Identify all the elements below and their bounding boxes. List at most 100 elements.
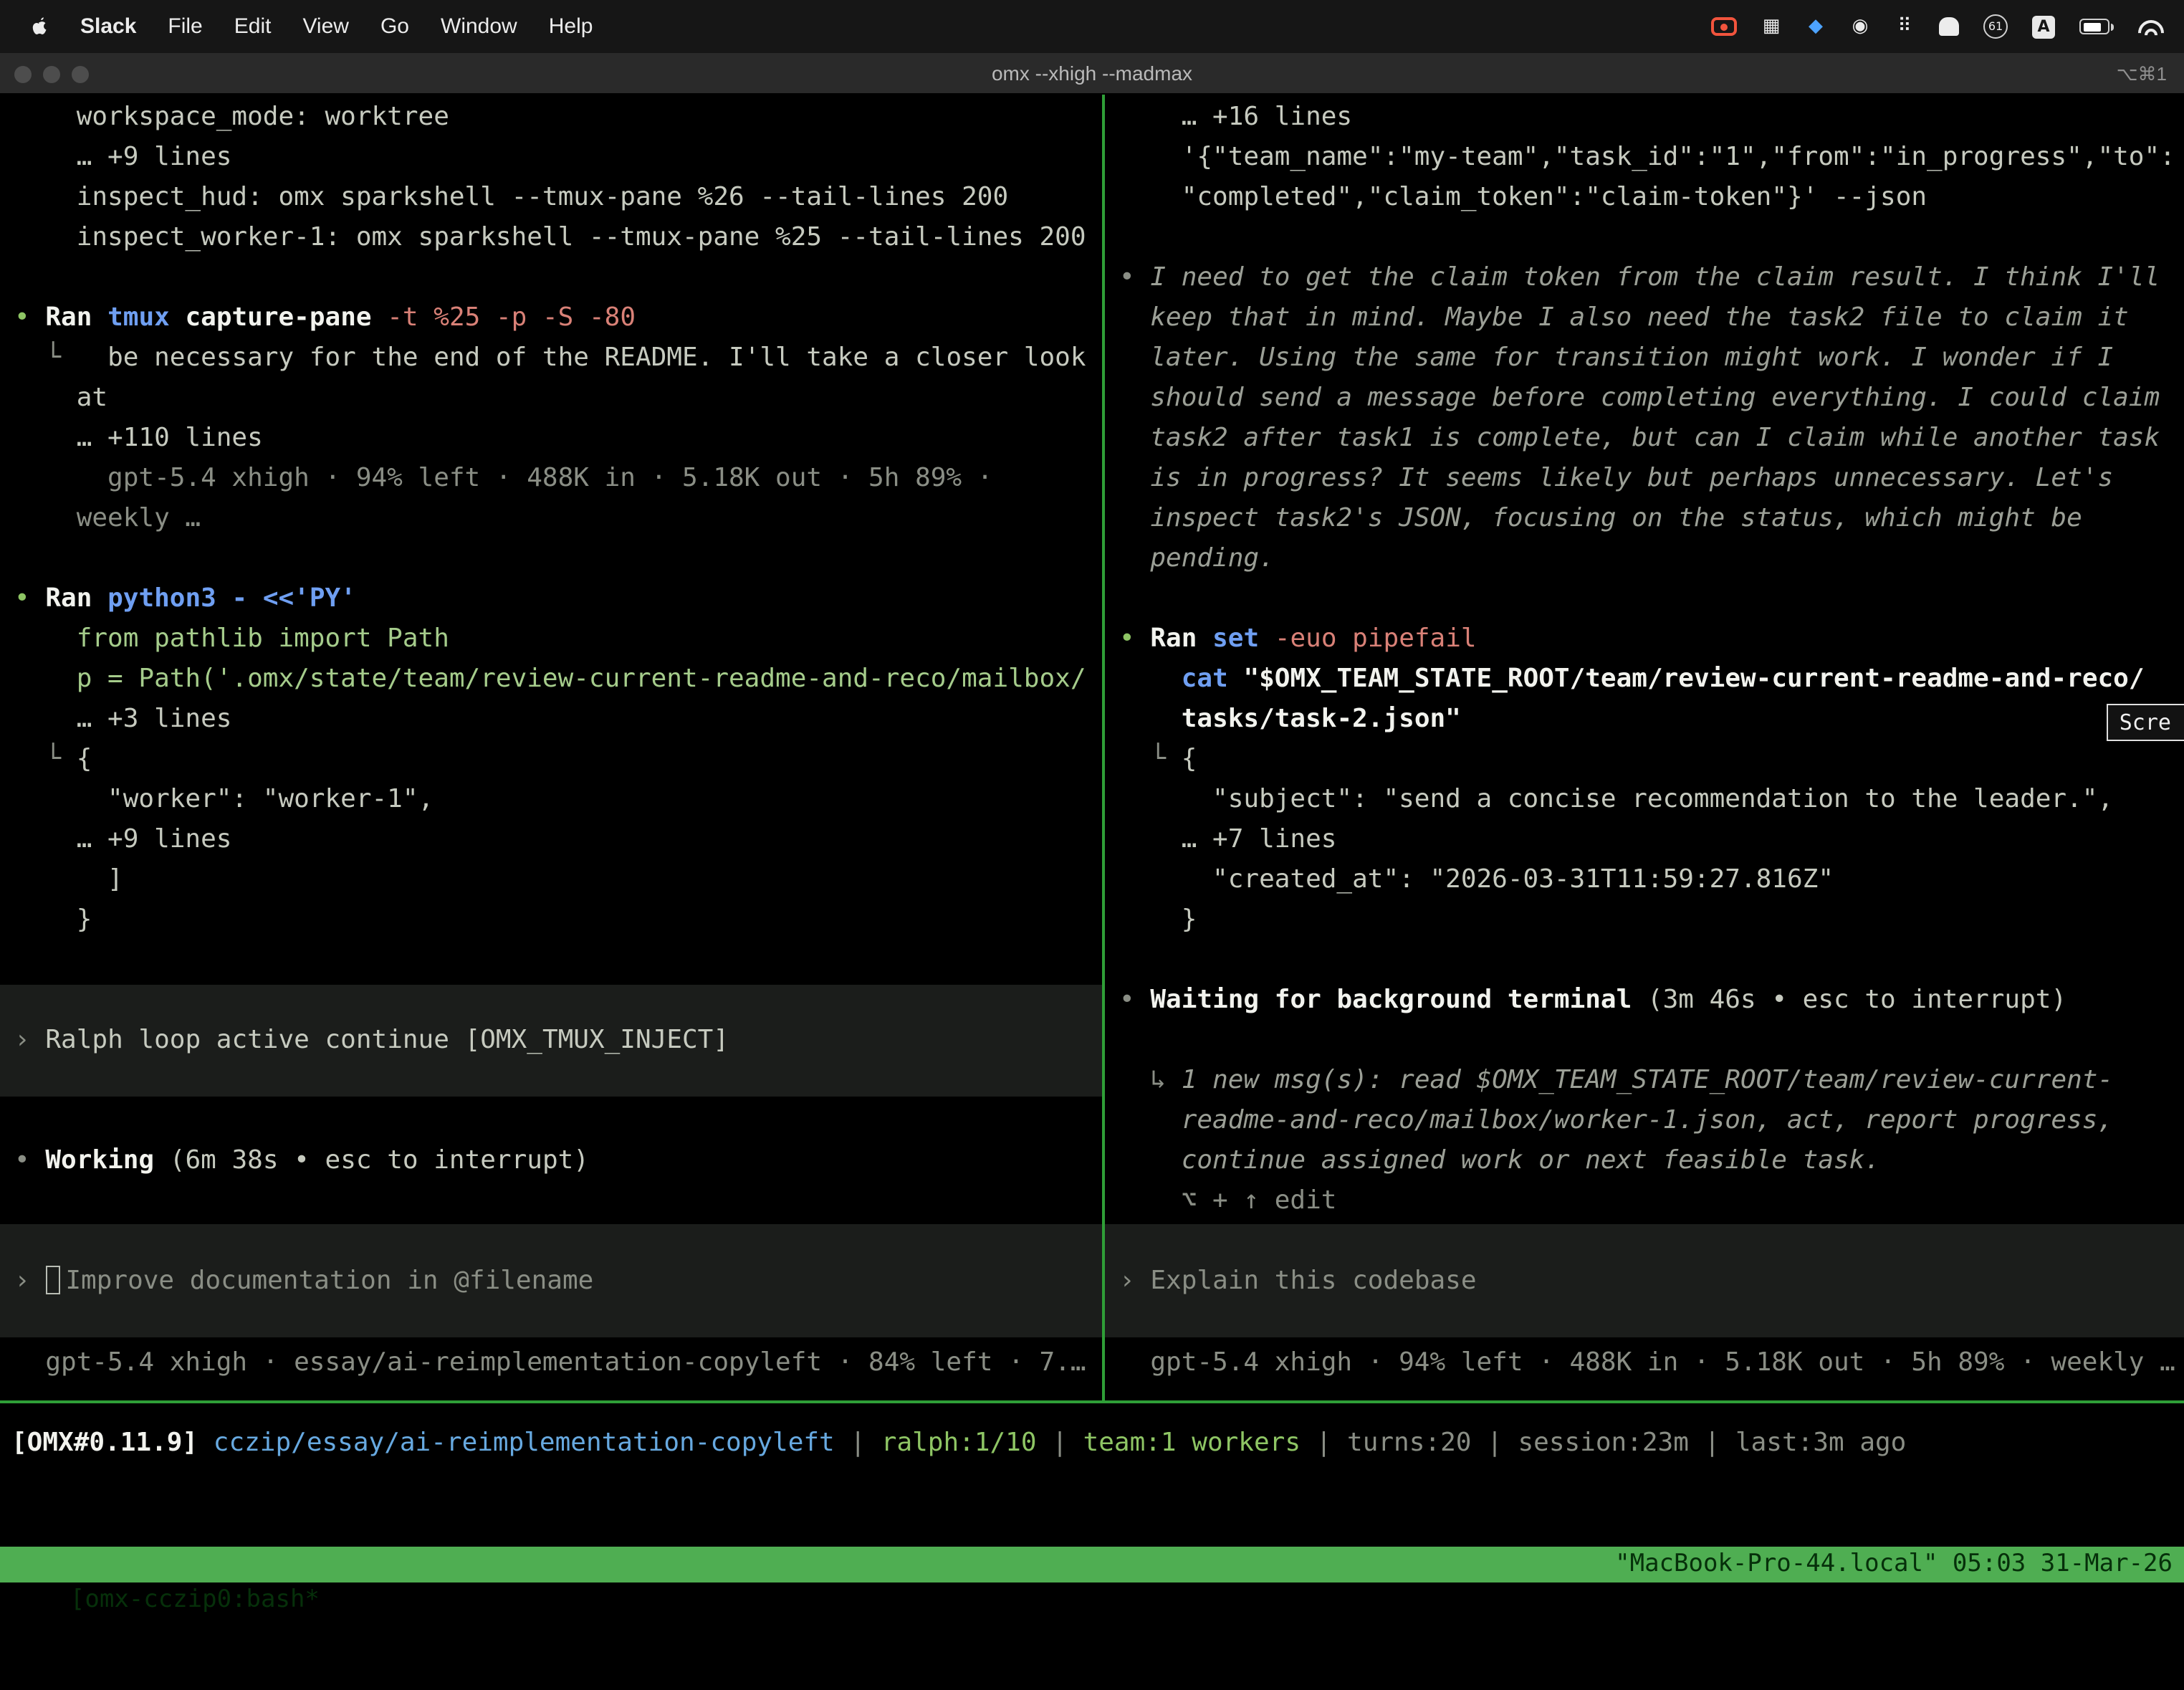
terminal-line: [1105, 940, 2184, 980]
text-segment: cczip/essay/ai-reimplementation-copyleft: [214, 1428, 835, 1458]
terminal-line: "worker": "worker-1",: [0, 780, 1102, 820]
text-segment: "worker": "worker-1",: [14, 784, 434, 814]
spacer: [0, 1181, 1102, 1224]
text-segment: Improve documentation in @filename: [65, 1266, 593, 1296]
text-segment: Explain this codebase: [1150, 1266, 1476, 1296]
text-segment: gpt-5.4 xhigh · 94% left · 488K in · 5.1…: [14, 463, 992, 493]
text-segment: Ran: [45, 583, 107, 614]
terminal-line: [1105, 1021, 2184, 1061]
wifi-icon[interactable]: [2138, 16, 2164, 37]
text-segment: •: [14, 1145, 45, 1175]
status-separator: [0, 1400, 2184, 1403]
menu-items: Slack File Edit View Go Window Help: [80, 14, 593, 39]
terminal-line: pending.: [1105, 539, 2184, 579]
terminal-line: › Ralph loop active continue [OMX_TMUX_I…: [0, 1021, 1102, 1061]
text-segment: ›: [14, 1025, 45, 1055]
input-source-icon[interactable]: A: [2032, 15, 2055, 38]
window-shortcut: ⌥⌘1: [2117, 53, 2167, 95]
terminal-line: }: [1105, 900, 2184, 940]
terminal-line: is in progress? It seems likely but perh…: [1105, 459, 2184, 499]
text-segment: •: [14, 302, 45, 333]
terminal-line: [0, 539, 1102, 579]
menu-item-slack[interactable]: Slack: [80, 14, 136, 39]
terminal-line: gpt-5.4 xhigh · essay/ai-reimplementatio…: [0, 1343, 1102, 1383]
text-segment: [1119, 704, 1182, 734]
text-segment: [1119, 664, 1182, 694]
text-segment: (6m 38s • esc to interrupt): [170, 1145, 589, 1175]
terminal-line: › Improve documentation in @filename: [0, 1261, 1102, 1302]
text-segment: p = Path('.omx/state/team/review-current…: [14, 664, 1086, 694]
terminal-line: continue assigned work or next feasible …: [1105, 1141, 2184, 1181]
text-segment: … +16 lines: [1119, 102, 1352, 132]
menu-status-icons: ▦ ◆ ◉ ⠿ 61 A: [1711, 14, 2184, 39]
terminal-line: └ be necessary for the end of the README…: [0, 338, 1102, 378]
terminal-line: "completed","claim_token":"claim-token"}…: [1105, 178, 2184, 218]
worker-inject-input[interactable]: › Ralph loop active continue [OMX_TMUX_I…: [0, 985, 1102, 1097]
text-segment: ralph:1/10: [881, 1428, 1037, 1458]
terminal-line: workspace_mode: worktree: [0, 97, 1102, 138]
text-segment: (3m 46s • esc to interrupt): [1647, 985, 2066, 1015]
terminal-line: … +16 lines: [1105, 97, 2184, 138]
terminal-line: ]: [0, 860, 1102, 900]
text-segment: inspect_worker-1: omx sparkshell --tmux-…: [14, 222, 1086, 252]
terminal-line: • Working (6m 38s • esc to interrupt): [0, 1141, 1102, 1181]
terminal-line: at: [0, 378, 1102, 419]
text-segment: {: [1182, 744, 1197, 774]
terminal-line: [0, 258, 1102, 298]
terminal-line: • Ran tmux capture-pane -t %25 -p -S -80: [0, 298, 1102, 338]
text-segment: is in progress? It seems likely but perh…: [1119, 463, 2113, 493]
terminal-line: }: [0, 900, 1102, 940]
window-title: omx --xhigh --madmax: [0, 53, 2184, 95]
notion-icon[interactable]: ◉: [1850, 15, 1870, 38]
text-segment: team:1 workers: [1083, 1428, 1301, 1458]
apple-menu-icon[interactable]: [29, 15, 49, 38]
text-segment: |: [1471, 1428, 1518, 1458]
text-cursor: [45, 1266, 59, 1294]
screen: Slack File Edit View Go Window Help ▦ ◆ ◉ ⠿ 61 A om…: [0, 0, 2184, 1600]
raycast-icon[interactable]: ◆: [1806, 15, 1826, 38]
text-segment: I need to get the claim token from the c…: [1150, 262, 2160, 292]
text-segment: at: [14, 383, 107, 413]
composer-input[interactable]: › Explain this codebase: [1105, 1224, 2184, 1337]
text-segment: inspect task2's JSON, focusing on the st…: [1119, 503, 2082, 533]
menu-item-view[interactable]: View: [302, 14, 349, 39]
terminal-line: p = Path('.omx/state/team/review-current…: [0, 659, 1102, 700]
terminal-line: └ {: [1105, 740, 2184, 780]
menu-item-file[interactable]: File: [168, 14, 202, 39]
terminal-pane-right[interactable]: … +16 lines '{"team_name":"my-team","tas…: [1105, 95, 2184, 1400]
menu-item-edit[interactable]: Edit: [234, 14, 272, 39]
text-segment: "completed","claim_token":"claim-token"}…: [1119, 182, 1927, 212]
terminal-pane-left[interactable]: workspace_mode: worktree … +9 lines insp…: [0, 95, 1102, 1400]
terminal-line: … +110 lines: [0, 419, 1102, 459]
battery-icon[interactable]: [2079, 19, 2109, 34]
text-segment: pending.: [1119, 543, 1275, 573]
app-grid-icon[interactable]: ⠿: [1895, 15, 1915, 38]
keyboard-icon[interactable]: ▦: [1761, 15, 1781, 38]
menu-item-window[interactable]: Window: [441, 14, 517, 39]
menu-item-go[interactable]: Go: [380, 14, 409, 39]
text-segment: capture-pane: [185, 302, 387, 333]
text-segment: •: [1119, 624, 1150, 654]
menu-item-help[interactable]: Help: [549, 14, 593, 39]
composer-input[interactable]: › Improve documentation in @filename: [0, 1224, 1102, 1337]
window-title-bar[interactable]: omx --xhigh --madmax ⌥⌘1: [0, 53, 2184, 95]
screen-recording-icon[interactable]: [1711, 17, 1737, 36]
text-segment: gpt-5.4 xhigh · essay/ai-reimplementatio…: [14, 1347, 1086, 1378]
text-segment: cat: [1182, 664, 1244, 694]
terminal-line: '{"team_name":"my-team","task_id":"1","f…: [1105, 138, 2184, 178]
terminal-line: inspect_hud: omx sparkshell --tmux-pane …: [0, 178, 1102, 218]
omx-status-bar: [OMX#0.11.9] cczip/essay/ai-reimplementa…: [0, 1423, 2184, 1464]
text-segment: be necessary for the end of the README. …: [107, 343, 1086, 373]
terminal-line: • Ran python3 - <<'PY': [0, 579, 1102, 619]
text-segment: ]: [14, 864, 123, 894]
text-segment: weekly …: [14, 503, 201, 533]
terminal-line: inspect_worker-1: omx sparkshell --tmux-…: [0, 218, 1102, 258]
terminal-line: "created_at": "2026-03-31T11:59:27.816Z": [1105, 860, 2184, 900]
terminal-line: • Ran set -euo pipefail: [1105, 619, 2184, 659]
ghost-icon[interactable]: [1939, 17, 1959, 36]
text-segment: -t %25 -p -S -80: [387, 302, 636, 333]
terminal-line: weekly …: [0, 499, 1102, 539]
text-segment: |: [1301, 1428, 1347, 1458]
text-segment: ↳: [1119, 1065, 1182, 1095]
battery-gauge-icon[interactable]: 61: [1983, 14, 2008, 39]
